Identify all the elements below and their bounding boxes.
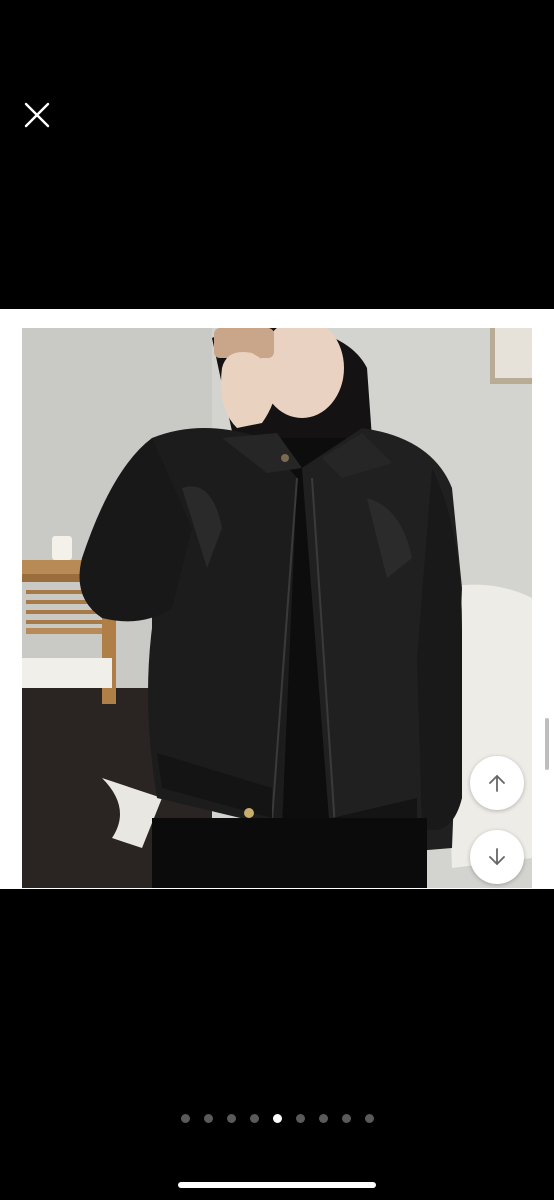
- scroll-indicator[interactable]: [545, 718, 549, 770]
- scroll-up-button[interactable]: [470, 756, 524, 810]
- pagination-dot[interactable]: [249, 1114, 259, 1123]
- pagination-dot[interactable]: [318, 1114, 328, 1123]
- close-icon: [24, 102, 50, 128]
- pagination-dot[interactable]: [203, 1114, 213, 1123]
- image-frame: [0, 309, 554, 889]
- close-button[interactable]: [20, 98, 54, 132]
- pagination-dot[interactable]: [226, 1114, 236, 1123]
- pagination-dots: [0, 1114, 554, 1126]
- arrow-down-icon: [489, 848, 505, 865]
- pagination-dot[interactable]: [295, 1114, 305, 1123]
- pagination-dot[interactable]: [341, 1114, 351, 1123]
- pagination-dot-active[interactable]: [272, 1114, 282, 1123]
- product-photo: [22, 328, 532, 888]
- home-indicator[interactable]: [178, 1182, 376, 1188]
- pagination-dot[interactable]: [180, 1114, 190, 1123]
- scroll-down-button[interactable]: [470, 830, 524, 884]
- arrow-up-icon: [489, 775, 505, 792]
- pagination-dot[interactable]: [364, 1114, 374, 1123]
